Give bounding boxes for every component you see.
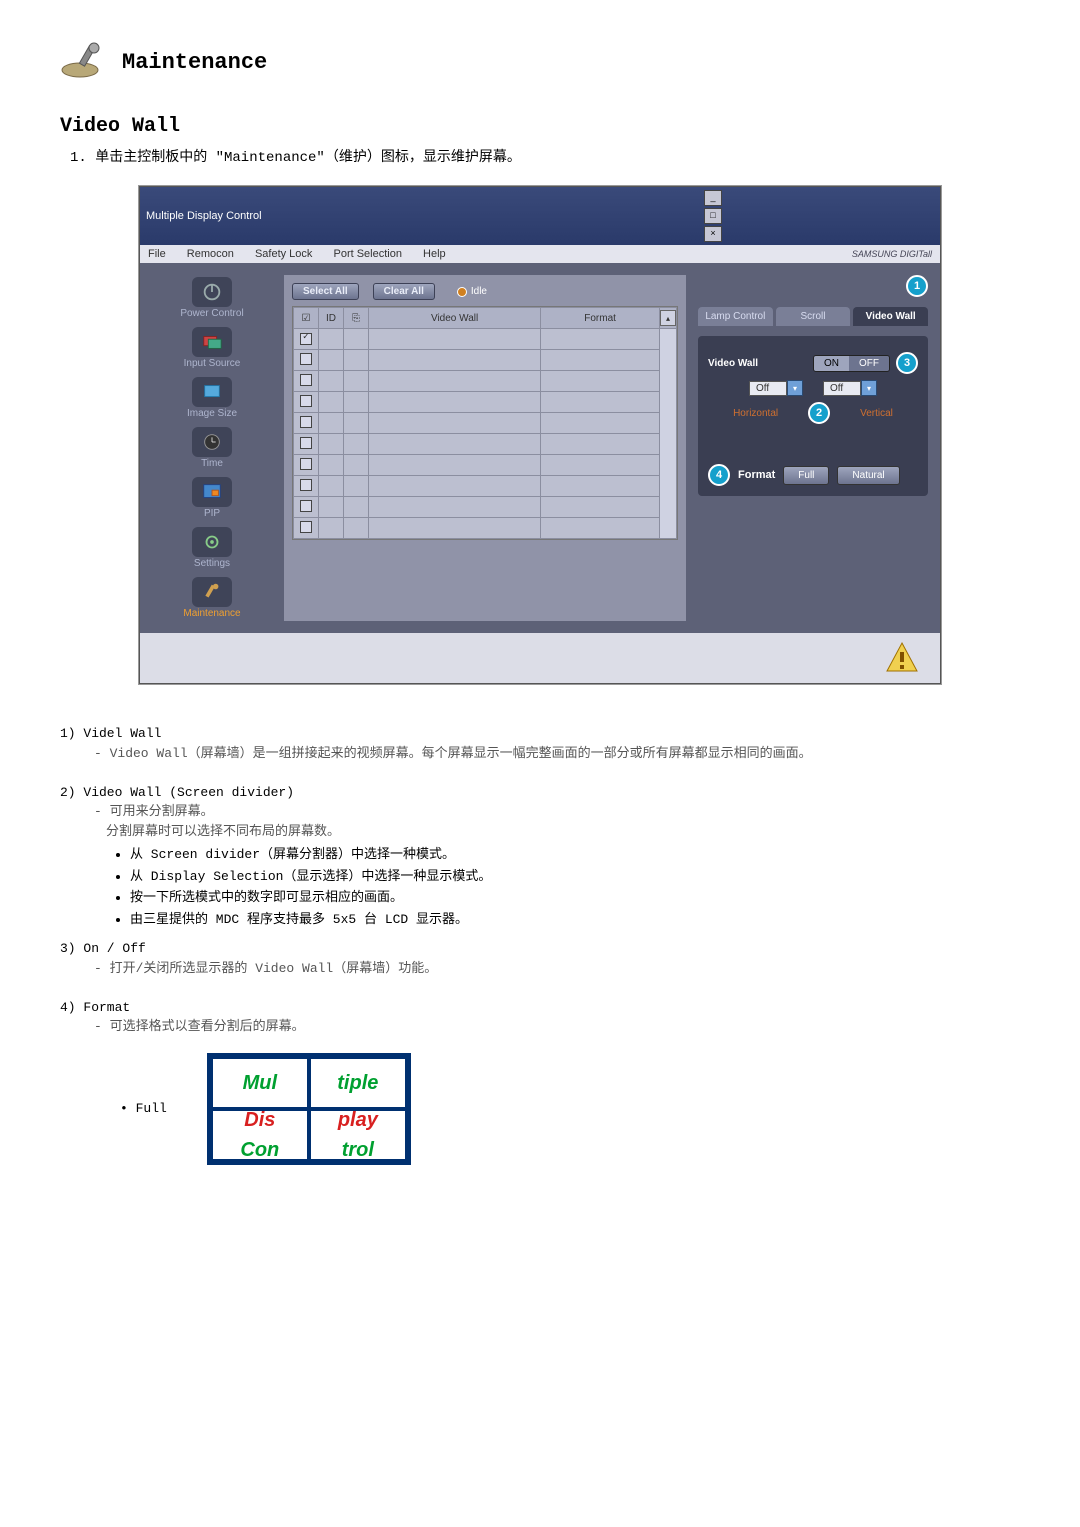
toggle-off[interactable]: OFF	[849, 356, 889, 371]
step-1-text: 1. 单击主控制板中的 "Maintenance"（维护）图标，显示维护屏幕。	[70, 146, 1020, 166]
sidebar-power-control[interactable]: Power Control	[152, 275, 272, 321]
menubar: File Remocon Safety Lock Port Selection …	[140, 245, 940, 263]
horizontal-label: Horizontal	[733, 408, 778, 419]
row-checkbox[interactable]	[300, 395, 312, 407]
sidebar-pip[interactable]: PIP	[152, 475, 272, 521]
desc-1-title: 1) Videl Wall	[60, 724, 1020, 744]
sidebar-label: Time	[201, 458, 223, 469]
format-natural-button[interactable]: Natural	[837, 466, 899, 485]
minimize-button[interactable]: _	[704, 190, 722, 206]
callout-3: 3	[896, 352, 918, 374]
format-full-figure: Mul tiple Dis Con play trol	[207, 1053, 411, 1165]
sidebar-maintenance[interactable]: Maintenance	[152, 575, 272, 621]
row-checkbox[interactable]	[300, 521, 312, 533]
row-checkbox[interactable]	[300, 458, 312, 470]
brand-logo: SAMSUNG DIGITall	[852, 249, 932, 259]
desc-4-title: 4) Format	[60, 998, 1020, 1018]
desc-3-body: - 打开/关闭所选显示器的 Video Wall（屏幕墙）功能。	[94, 959, 1020, 979]
display-grid: ☑ ID ⎘ Video Wall Format ▴	[292, 306, 678, 540]
vertical-select[interactable]: Off▾	[823, 380, 877, 396]
desc-2-li: 由三星提供的 MDC 程序支持最多 5x5 台 LCD 显示器。	[130, 910, 1020, 930]
format-full-button[interactable]: Full	[783, 466, 829, 485]
callout-2: 2	[808, 402, 830, 424]
sidebar-settings[interactable]: Settings	[152, 525, 272, 571]
maintenance-icon	[60, 40, 110, 85]
titlebar: Multiple Display Control _ □ ×	[140, 187, 940, 245]
tab-video-wall[interactable]: Video Wall	[853, 307, 928, 326]
col-format: Format	[541, 308, 660, 329]
desc-2-li: 从 Display Selection（显示选择）中选择一种显示模式。	[130, 867, 1020, 887]
warning-icon	[884, 640, 920, 676]
sidebar: Power Control Input Source Image Size Ti…	[152, 275, 272, 621]
format-label: Format	[738, 469, 775, 481]
vertical-label: Vertical	[860, 408, 893, 419]
callout-4: 4	[708, 464, 730, 486]
menu-help[interactable]: Help	[423, 248, 446, 260]
col-id: ID	[319, 308, 344, 329]
col-video-wall: Video Wall	[369, 308, 541, 329]
right-panel: 1 Lamp Control Scroll Video Wall Video W…	[698, 275, 928, 621]
desc-2-a: - 可用来分割屏幕。	[94, 802, 1020, 822]
row-checkbox[interactable]	[300, 500, 312, 512]
row-checkbox[interactable]	[300, 353, 312, 365]
menu-safety-lock[interactable]: Safety Lock	[255, 248, 312, 260]
section-title: Video Wall	[60, 115, 1020, 138]
callout-1: 1	[906, 275, 928, 297]
app-title: Multiple Display Control	[146, 210, 262, 222]
sidebar-image-size[interactable]: Image Size	[152, 375, 272, 421]
center-panel: Select All Clear All Idle ☑ ID ⎘ Video W…	[284, 275, 686, 621]
desc-4-body: - 可选择格式以查看分割后的屏幕。	[94, 1017, 1020, 1037]
desc-1-body: - Video Wall（屏幕墙）是一组拼接起来的视频屏幕。每个屏幕显示一幅完整…	[94, 744, 1020, 764]
right-tabs: Lamp Control Scroll Video Wall	[698, 307, 928, 326]
video-wall-toggle[interactable]: ON OFF	[813, 355, 890, 372]
select-all-button[interactable]: Select All	[292, 283, 359, 300]
row-checkbox[interactable]	[300, 437, 312, 449]
menu-file[interactable]: File	[148, 248, 166, 260]
page-heading: Maintenance	[122, 50, 267, 75]
status-bar	[140, 633, 940, 683]
menu-port-selection[interactable]: Port Selection	[333, 248, 401, 260]
row-checkbox[interactable]	[300, 374, 312, 386]
desc-3-title: 3) On / Off	[60, 939, 1020, 959]
scroll-up[interactable]: ▴	[660, 308, 677, 329]
close-button[interactable]: ×	[704, 226, 722, 242]
row-checkbox[interactable]	[300, 333, 312, 345]
app-window: Multiple Display Control _ □ × File Remo…	[139, 186, 941, 684]
sidebar-label: Image Size	[187, 408, 237, 419]
panel-title: Video Wall	[708, 358, 758, 369]
idle-indicator: Idle	[457, 286, 487, 297]
horizontal-select[interactable]: Off▾	[749, 380, 803, 396]
video-wall-panel: Video Wall ON OFF 3 Off▾ Off▾ Horizontal…	[698, 336, 928, 496]
description: 1) Videl Wall - Video Wall（屏幕墙）是一组拼接起来的视…	[60, 724, 1020, 1165]
format-full-label: Full	[136, 1101, 167, 1116]
tab-lamp-control[interactable]: Lamp Control	[698, 307, 773, 326]
sidebar-label: Maintenance	[183, 608, 240, 619]
clear-all-button[interactable]: Clear All	[373, 283, 435, 300]
desc-2-li: 从 Screen divider（屏幕分割器）中选择一种模式。	[130, 845, 1020, 865]
sidebar-label: Power Control	[180, 308, 243, 319]
sidebar-time[interactable]: Time	[152, 425, 272, 471]
col-check[interactable]: ☑	[294, 308, 319, 329]
toggle-on[interactable]: ON	[814, 356, 849, 371]
sidebar-label: PIP	[204, 508, 220, 519]
menu-remocon[interactable]: Remocon	[187, 248, 234, 260]
maximize-button[interactable]: □	[704, 208, 722, 224]
sidebar-input-source[interactable]: Input Source	[152, 325, 272, 371]
tab-scroll[interactable]: Scroll	[776, 307, 851, 326]
row-checkbox[interactable]	[300, 416, 312, 428]
sidebar-label: Settings	[194, 558, 230, 569]
col-icon: ⎘	[344, 308, 369, 329]
desc-2-li: 按一下所选模式中的数字即可显示相应的画面。	[130, 888, 1020, 908]
desc-2-title: 2) Video Wall (Screen divider)	[60, 783, 1020, 803]
sidebar-label: Input Source	[184, 358, 241, 369]
desc-2-b: 分割屏幕时可以选择不同布局的屏幕数。	[106, 822, 1020, 842]
row-checkbox[interactable]	[300, 479, 312, 491]
